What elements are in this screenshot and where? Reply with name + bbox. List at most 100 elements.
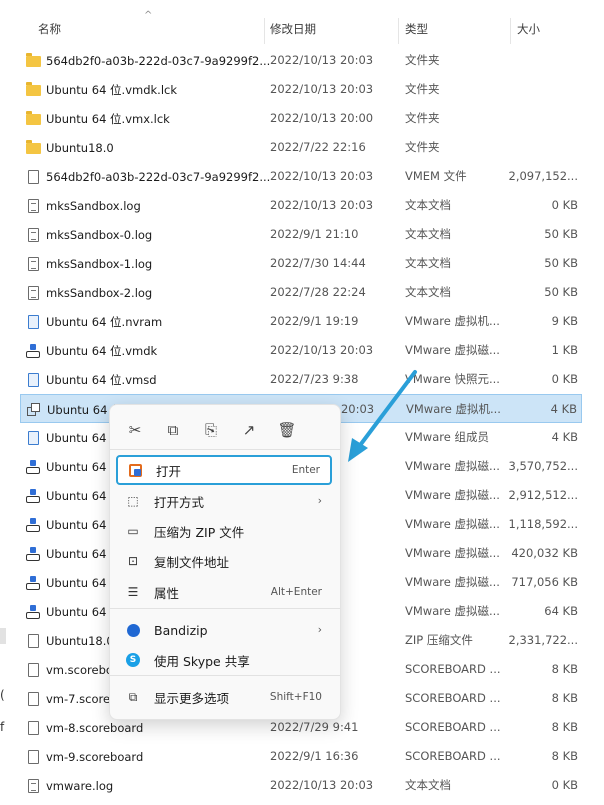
menu-item-shortcut: › [317,624,322,636]
file-type: VMware 虚拟磁... [405,517,500,531]
column-divider[interactable] [398,18,399,44]
nav-pane-marker [0,628,6,644]
file-name-cell: Ubuntu 64 位.vmsd [25,365,157,394]
file-name-cell: 564db2f0-a03b-222d-03c7-9a9299f2... [25,46,270,75]
file-date: 2022/10/13 20:03 [270,82,374,96]
copy-button[interactable]: ⧉ [158,415,188,445]
menu-item-open-with[interactable]: ⬚ 打开方式 › [116,486,332,516]
file-size: 1 KB [551,343,578,357]
menu-separator [110,608,340,609]
file-size: 0 KB [551,198,578,212]
file-type: 文本文档 [405,285,451,299]
file-name-cell: Ubuntu 64 位 [25,539,122,568]
menu-item-properties[interactable]: ☰ 属性 Alt+Enter [116,577,332,607]
column-date-header[interactable]: 修改日期 [270,12,316,44]
cut-button[interactable]: ✂ [120,415,150,445]
menu-item-copy-path[interactable]: ⊡ 复制文件地址 [116,546,332,576]
file-type: ZIP 压缩文件 [405,633,473,647]
column-name-header[interactable]: 名称 [38,12,61,44]
file-size: 50 KB [544,285,578,299]
file-name: mksSandbox-1.log [46,256,153,271]
file-name: Ubuntu18.0 [46,140,114,155]
virtual-disk-icon [25,575,41,591]
file-type: VMware 快照元... [405,372,500,386]
file-row[interactable]: Ubuntu 64 位.nvram 2022/9/1 19:19 VMware … [20,307,582,336]
vmx-config-icon [26,402,42,418]
file-type: VMware 虚拟磁... [405,546,500,560]
file-row[interactable]: Ubuntu 64 位.vmsd 2022/7/23 9:38 VMware 快… [20,365,582,394]
file-row[interactable]: Ubuntu18.0 2022/7/22 22:16 文件夹 [20,133,582,162]
file-type: 文件夹 [405,140,440,154]
file-row[interactable]: mksSandbox-1.log 2022/7/30 14:44 文本文档 50… [20,249,582,278]
menu-item-shortcut: Alt+Enter [270,586,322,598]
file-size: 4 KB [550,402,577,416]
file-size: 420,032 KB [511,546,578,560]
properties-icon: ☰ [127,585,139,599]
file-type: 文本文档 [405,198,451,212]
file-name: 564db2f0-a03b-222d-03c7-9a9299f2... [46,53,271,68]
file-name-cell: vm-9.scoreboard [25,742,143,771]
column-divider[interactable] [264,18,265,44]
file-row[interactable]: mksSandbox-2.log 2022/7/28 22:24 文本文档 50… [20,278,582,307]
menu-item-zip[interactable]: ▭ 压缩为 ZIP 文件 [116,516,332,546]
file-size: 50 KB [544,227,578,241]
file-size: 50 KB [544,256,578,270]
file-name-cell: Ubuntu 64 位.vmdk.lck [25,75,177,104]
zip-icon: ▭ [127,524,139,538]
file-row[interactable]: vmware.log 2022/10/13 20:03 文本文档 0 KB [20,771,582,800]
rename-button[interactable]: ⎘ [196,415,226,445]
file-date: 2022/7/23 9:38 [270,372,359,386]
file-type: VMware 虚拟磁... [405,343,500,357]
nav-pane-fragment: ( [0,688,5,702]
menu-item-more-options[interactable]: ⧉ 显示更多选项 Shift+F10 [116,682,332,712]
menu-item-bandizip[interactable]: Bandizip › [116,615,332,645]
delete-button[interactable]: 🗑 [272,415,302,445]
bandizip-icon [124,621,142,639]
file-name-cell: mksSandbox-2.log [25,278,152,307]
menu-item-open[interactable]: 打开 Enter [116,455,332,485]
file-size: 0 KB [551,778,578,792]
file-row[interactable]: 564db2f0-a03b-222d-03c7-9a9299f2... 2022… [20,46,582,75]
file-type: VMEM 文件 [405,169,467,183]
file-row[interactable]: 564db2f0-a03b-222d-03c7-9a9299f2... 2022… [20,162,582,191]
text-file-icon [25,198,41,214]
menu-item-skype[interactable]: S 使用 Skype 共享 [116,645,332,675]
file-size: 8 KB [551,720,578,734]
file-row[interactable]: vm-9.scoreboard 2022/9/1 16:36 SCOREBOAR… [20,742,582,771]
file-name-cell: Ubuntu 64 位 [25,423,122,452]
file-size: 9 KB [551,314,578,328]
file-name: Ubuntu 64 位.vmx.lck [46,111,170,126]
file-name-cell: mksSandbox.log [25,191,141,220]
file-type: SCOREBOARD ... [405,720,501,734]
file-icon [25,720,41,736]
file-name: vmware.log [46,778,114,793]
file-row[interactable]: mksSandbox.log 2022/10/13 20:03 文本文档 0 K… [20,191,582,220]
file-name: mksSandbox.log [46,198,141,213]
file-name-cell: mksSandbox-1.log [25,249,152,278]
column-size-header[interactable]: 大小 [517,12,540,44]
menu-item-shortcut: › [317,495,322,507]
file-type: VMware 虚拟机... [406,402,501,416]
more-options-icon: ⧉ [128,689,138,704]
file-type: SCOREBOARD ... [405,749,501,763]
virtual-disk-icon [25,546,41,562]
copy-path-icon: ⊡ [127,554,139,568]
column-divider[interactable] [510,18,511,44]
file-type: VMware 虚拟机... [405,314,500,328]
file-row[interactable]: Ubuntu 64 位.vmdk.lck 2022/10/13 20:03 文件… [20,75,582,104]
file-name-cell: Ubuntu 64 位 [25,510,122,539]
file-row[interactable]: mksSandbox-0.log 2022/9/1 21:10 文本文档 50 … [20,220,582,249]
file-date: 2022/10/13 20:00 [270,111,374,125]
column-type-header[interactable]: 类型 [405,12,428,44]
text-file-icon [25,285,41,301]
cut-icon: ✂ [128,421,142,439]
navigation-pane-edge: ( f [0,0,20,805]
file-row[interactable]: Ubuntu 64 位.vmdk 2022/10/13 20:03 VMware… [20,336,582,365]
menu-item-label: 属性 [154,585,180,601]
share-button[interactable]: ↗ [234,415,264,445]
file-name-cell: Ubuntu 64 位 [25,452,122,481]
virtual-disk-icon [25,488,41,504]
file-name-cell: 564db2f0-a03b-222d-03c7-9a9299f2... [25,162,270,191]
file-row[interactable]: Ubuntu 64 位.vmx.lck 2022/10/13 20:00 文件夹 [20,104,582,133]
file-size: 1,118,592... [508,517,579,531]
